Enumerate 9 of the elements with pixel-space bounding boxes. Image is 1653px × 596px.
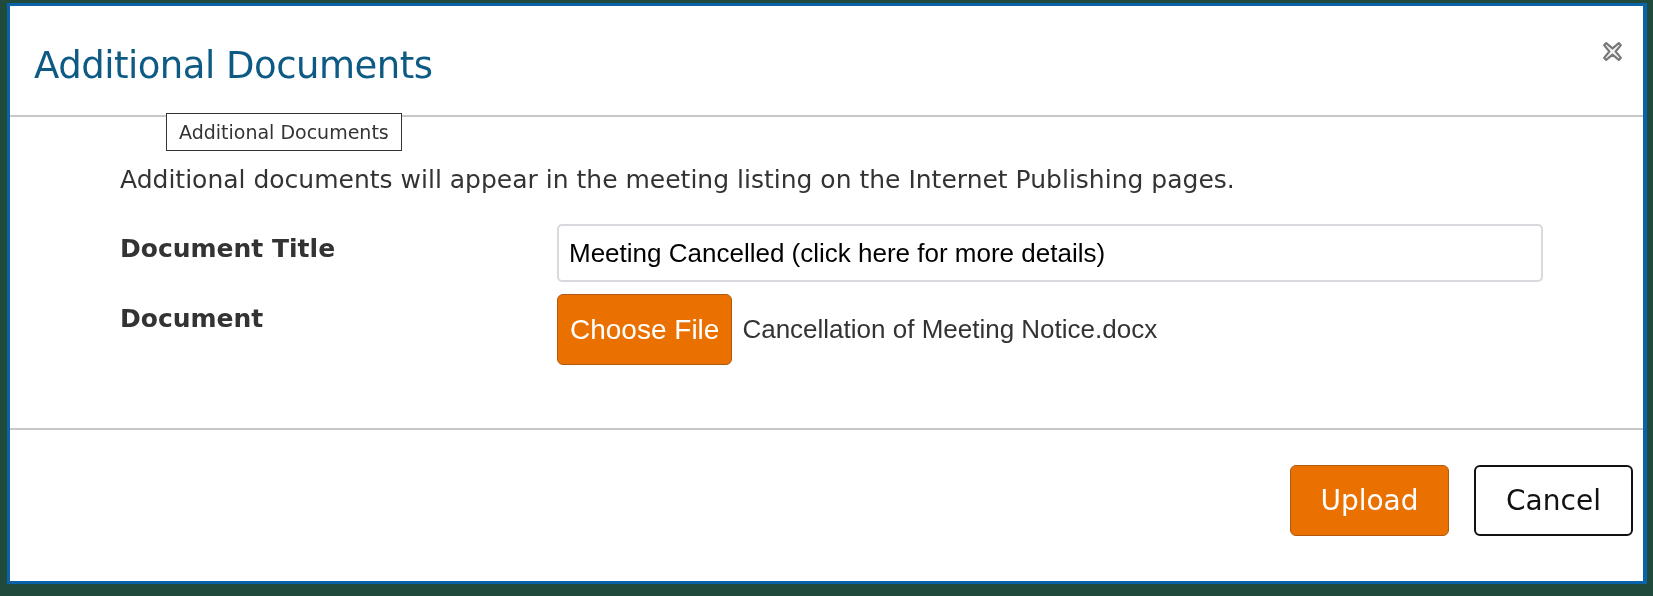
file-name: Cancellation of Meeting Notice.docx	[742, 314, 1158, 345]
document-title-field[interactable]: Meeting Cancelled (click here for more details)	[557, 224, 1543, 282]
field-label: Document Title	[120, 233, 337, 263]
dialog-title: Additional Documents	[34, 44, 433, 87]
tooltip: Additional Documents	[166, 113, 402, 151]
description-text: Additional documents will appear in the meeting listing on the Internet Publishing pages.	[120, 165, 1236, 194]
close-icon[interactable]	[1602, 41, 1623, 62]
cancel-button[interactable]: Cancel	[1474, 465, 1633, 536]
field-label: Document	[120, 303, 265, 333]
